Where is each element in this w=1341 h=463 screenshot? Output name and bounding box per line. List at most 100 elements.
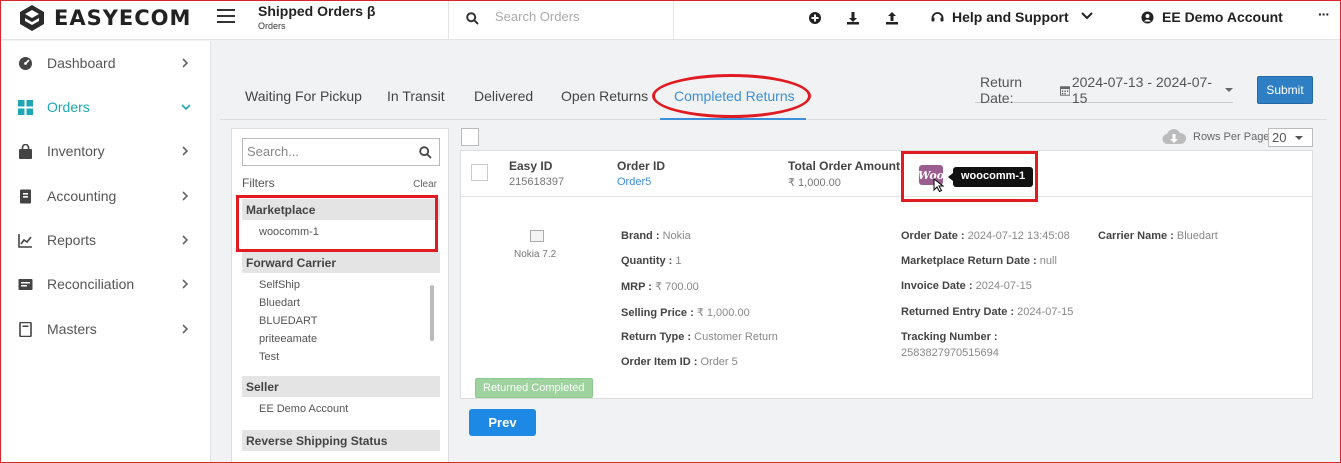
- chevron-right-icon: [182, 58, 189, 68]
- search-icon[interactable]: [466, 12, 479, 25]
- active-tab-indicator: [660, 118, 806, 120]
- calendar-icon: [1059, 85, 1070, 96]
- tracking-number-value: 2583827970515694: [901, 347, 999, 359]
- order-id-label: Order ID: [617, 159, 666, 173]
- returned-entry-date-field: Returned Entry Date : 2024-07-15: [901, 306, 1074, 318]
- filter-scrollbar[interactable]: [430, 285, 434, 341]
- easy-id-label: Easy ID: [509, 159, 553, 173]
- return-date-value: 2024-07-13 - 2024-07-15: [1071, 74, 1212, 106]
- help-support-menu[interactable]: Help and Support: [930, 9, 1069, 25]
- sidebar-item-label: Orders: [47, 99, 90, 115]
- headset-icon: [931, 11, 944, 21]
- sidebar-item-reconciliation[interactable]: Reconciliation: [0, 266, 211, 302]
- annotation-ellipse: [652, 74, 811, 118]
- upload-icon[interactable]: [884, 10, 900, 26]
- search-icon[interactable]: [419, 146, 432, 159]
- top-bar: EASYECOM Shipped Orders β Orders Help an…: [0, 0, 1341, 40]
- search-orders-input[interactable]: [495, 9, 665, 24]
- add-icon[interactable]: [807, 10, 823, 26]
- tracking-number-label: Tracking Number :: [901, 331, 998, 343]
- easy-id-value: 215618397: [509, 176, 565, 188]
- easyecom-logo-icon: [20, 5, 44, 31]
- mrp-field: MRP : ₹ 700.00: [621, 281, 699, 293]
- filter-option[interactable]: Test: [259, 351, 279, 363]
- prev-page-button[interactable]: Prev: [469, 409, 536, 436]
- page-breadcrumb: Orders: [258, 21, 286, 31]
- marketplace-return-date-field: Marketplace Return Date : null: [901, 255, 1057, 267]
- caret-down-icon: [1295, 135, 1304, 140]
- grid-icon: [18, 99, 33, 115]
- chevron-right-icon: [182, 191, 189, 201]
- chevron-right-icon: [182, 235, 189, 245]
- sidebar-item-reports[interactable]: Reports: [0, 222, 211, 258]
- global-search: [448, 0, 674, 40]
- total-amount-label: Total Order Amount: [788, 159, 900, 173]
- sidebar-item-accounting[interactable]: Accounting: [0, 178, 211, 214]
- account-name: EE Demo Account: [1162, 9, 1283, 25]
- filter-heading-reverse-shipping-status[interactable]: Reverse Shipping Status: [242, 430, 440, 451]
- sidebar-item-inventory[interactable]: Inventory: [0, 133, 211, 169]
- selling-price-field: Selling Price : ₹ 1,000.00: [621, 307, 750, 319]
- chevron-right-icon: [182, 146, 189, 156]
- select-all-checkbox[interactable]: [461, 128, 479, 146]
- invoice-date-field: Invoice Date : 2024-07-15: [901, 280, 1032, 292]
- annotation-box-marketplace: [236, 195, 438, 252]
- chevron-down-icon[interactable]: [1081, 11, 1093, 21]
- brand-field: Brand : Nokia: [621, 230, 691, 242]
- rows-per-page-select[interactable]: 20: [1268, 128, 1313, 147]
- brand-logo[interactable]: EASYECOM: [18, 4, 191, 32]
- order-card-header: Easy ID 215618397 Order ID Order5 Total …: [461, 151, 1312, 197]
- filters-title: Filters: [242, 176, 275, 190]
- sidebar-item-label: Masters: [47, 321, 97, 337]
- sidebar-item-orders[interactable]: Orders: [0, 89, 211, 125]
- order-id-link[interactable]: Order5: [617, 176, 651, 188]
- clear-filters-link[interactable]: Clear: [413, 179, 437, 190]
- filter-option[interactable]: BLUEDART: [259, 315, 317, 327]
- tab-open-returns[interactable]: Open Returns: [561, 88, 648, 104]
- reconcile-icon: [18, 277, 33, 292]
- filter-option[interactable]: Bluedart: [259, 297, 300, 309]
- return-date-filter[interactable]: Return Date: 2024-07-13 - 2024-07-15: [975, 74, 1233, 106]
- filter-option[interactable]: EE Demo Account: [259, 403, 348, 415]
- submit-button[interactable]: Submit: [1257, 76, 1313, 104]
- order-date-field: Order Date : 2024-07-12 13:45:08: [901, 230, 1070, 242]
- tab-delivered[interactable]: Delivered: [474, 88, 533, 104]
- product-name: Nokia 7.2: [514, 249, 557, 260]
- sidebar: Dashboard Orders Inventory Accounting Re…: [0, 41, 211, 463]
- status-badge: Returned Completed: [475, 378, 593, 398]
- user-icon: [1141, 11, 1154, 23]
- sidebar-item-label: Accounting: [47, 188, 117, 204]
- sidebar-item-masters[interactable]: Masters: [0, 311, 211, 347]
- download-icon[interactable]: [845, 10, 861, 26]
- filter-option[interactable]: SelfShip: [259, 279, 300, 291]
- rows-per-page-label: Rows Per Page: [1193, 131, 1270, 143]
- ledger-icon: [18, 189, 33, 204]
- order-checkbox[interactable]: [471, 164, 488, 181]
- return-date-label: Return Date:: [980, 74, 1023, 106]
- order-card: Easy ID 215618397 Order ID Order5 Total …: [460, 150, 1313, 399]
- tab-in-transit[interactable]: In Transit: [387, 88, 445, 104]
- chart-icon: [18, 233, 33, 248]
- filter-heading-forward-carrier[interactable]: Forward Carrier: [242, 252, 440, 273]
- filter-heading-seller[interactable]: Seller: [242, 376, 440, 397]
- sidebar-item-dashboard[interactable]: Dashboard: [0, 45, 211, 81]
- product-image: [530, 230, 544, 242]
- dashboard-icon: [18, 56, 33, 71]
- carrier-name-field: Carrier Name : Bluedart: [1098, 230, 1218, 242]
- tab-waiting-for-pickup[interactable]: Waiting For Pickup: [245, 88, 362, 104]
- rows-per-page-value: 20: [1272, 130, 1287, 145]
- filter-search-input[interactable]: [247, 144, 407, 159]
- filter-search: [242, 138, 440, 166]
- filter-option[interactable]: priteeamate: [259, 333, 317, 345]
- help-support-label: Help and Support: [952, 9, 1069, 25]
- filters-panel: Filters Clear Marketplace woocomm-1 Forw…: [231, 128, 449, 463]
- more-options-icon[interactable]: ···: [1318, 6, 1330, 22]
- menu-toggle-icon[interactable]: [217, 9, 235, 23]
- account-menu[interactable]: EE Demo Account: [1141, 9, 1283, 25]
- cloud-download-icon[interactable]: [1162, 128, 1186, 146]
- annotation-box-woocommerce: [901, 151, 1038, 202]
- caret-down-icon: [1225, 88, 1233, 92]
- chevron-right-icon: [182, 324, 189, 334]
- quantity-field: Quantity : 1: [621, 255, 682, 267]
- bag-icon: [18, 143, 33, 159]
